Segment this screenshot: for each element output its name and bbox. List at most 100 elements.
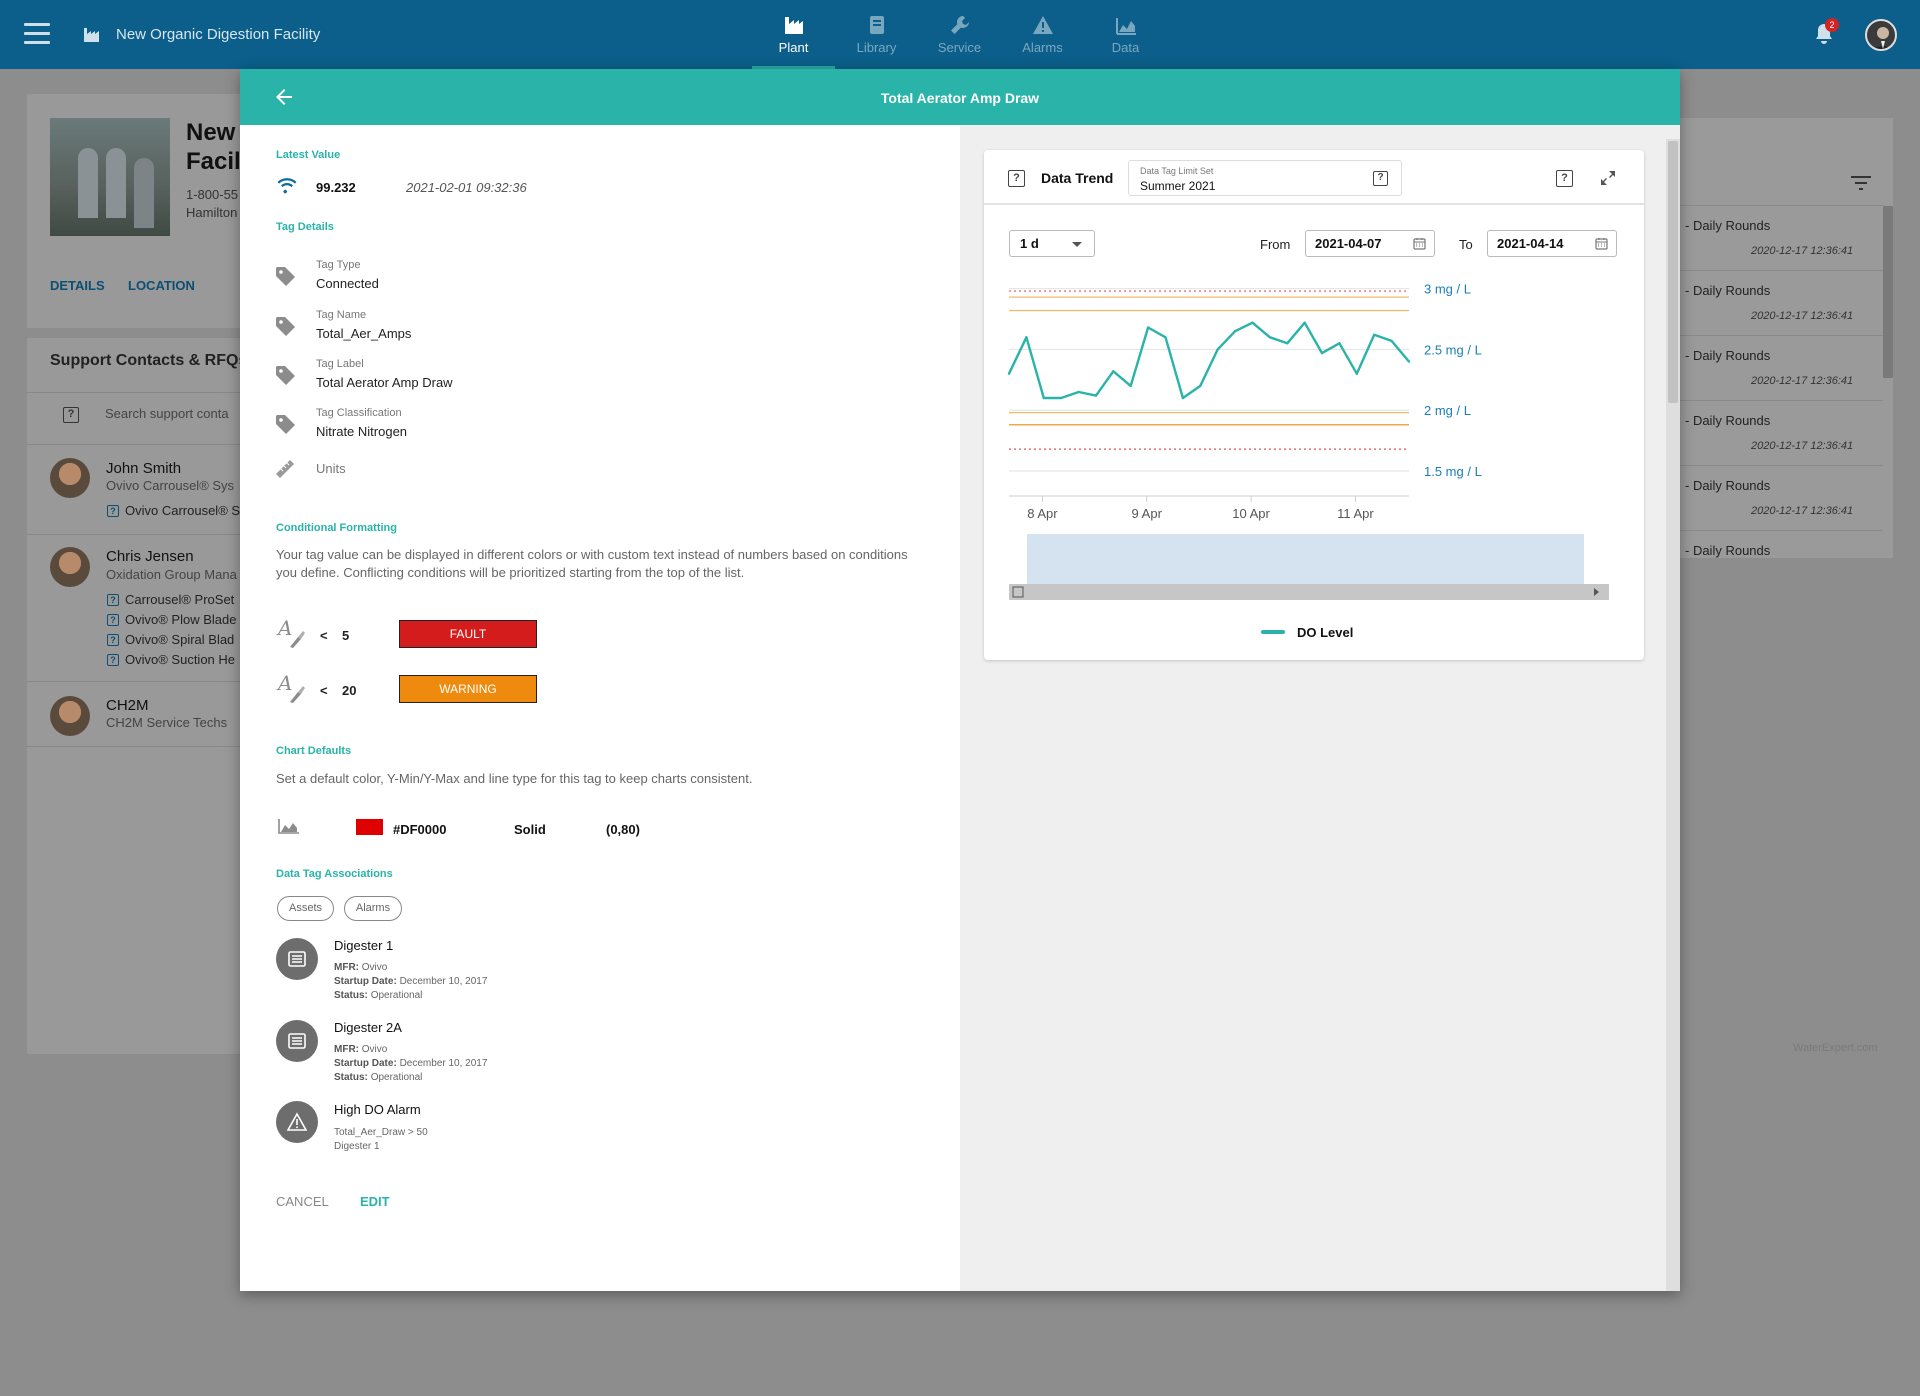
contact-name[interactable]: Chris Jensen <box>106 548 246 565</box>
nav-tab-alarms[interactable]: Alarms <box>1001 0 1084 69</box>
contact-avatar <box>50 458 90 498</box>
round-item-date: 2020-12-17 12:36:41 <box>1751 375 1854 387</box>
round-item-label[interactable]: - Daily Rounds <box>1685 218 1770 233</box>
fault-badge[interactable]: FAULT <box>399 620 537 648</box>
nav-tab-data[interactable]: Data <box>1084 0 1167 69</box>
expand-icon[interactable] <box>1600 170 1616 186</box>
field-label: Status: <box>334 1072 368 1083</box>
tag-icon <box>276 317 295 336</box>
data-point <box>1268 336 1272 339</box>
nav-tab-service[interactable]: Service <box>918 0 1001 69</box>
round-item-label[interactable]: - Daily Rounds <box>1685 413 1770 428</box>
tab-details[interactable]: DETAILS <box>50 278 105 293</box>
data-point <box>1077 390 1080 394</box>
y-tick-label: 1.5 mg / L <box>1424 464 1482 479</box>
help-icon: ? <box>107 634 119 646</box>
tag-classification-value: Nitrate Nitrogen <box>316 424 408 439</box>
edit-button[interactable]: EDIT <box>360 1194 390 1209</box>
chart-default-range: (0,80) <box>606 822 640 837</box>
legend-label[interactable]: DO Level <box>1297 625 1353 640</box>
color-swatch[interactable] <box>356 819 383 835</box>
modal-scrollbar-thumb[interactable] <box>1668 141 1678 403</box>
contact-product[interactable]: Carrousel® ProSet <box>125 592 245 607</box>
contact-avatar <box>50 696 90 736</box>
series-line-do-level <box>1007 321 1410 400</box>
warning-icon <box>287 1112 307 1131</box>
time-range-select[interactable]: 1 d <box>1009 230 1095 257</box>
association-startup: Startup Date: December 10, 2017 <box>334 1058 487 1069</box>
legend-swatch-do-level[interactable] <box>1261 630 1285 634</box>
calendar-icon[interactable] <box>1413 237 1426 250</box>
round-item-label[interactable]: - Daily Rounds <box>1685 348 1770 363</box>
contact-product[interactable]: Ovivo Carrousel® S <box>125 503 245 518</box>
nav-tab-label: Plant <box>778 40 809 55</box>
warning-badge[interactable]: WARNING <box>399 675 537 703</box>
support-search-input[interactable]: Search support conta <box>105 406 245 421</box>
data-point <box>1233 329 1237 333</box>
association-title[interactable]: Digester 2A <box>334 1020 402 1035</box>
contact-role: Oxidation Group Mana <box>106 567 237 582</box>
svg-text:A: A <box>276 672 292 695</box>
association-mfr: MFR: Ovivo <box>334 1044 387 1055</box>
limit-set-select[interactable]: Data Tag Limit Set Summer 2021 ? <box>1128 160 1402 196</box>
contact-product[interactable]: Ovivo® Spiral Blad <box>125 632 245 647</box>
y-tick-label: 3 mg / L <box>1424 282 1471 297</box>
ruler-icon <box>276 460 294 478</box>
data-point <box>1355 372 1359 375</box>
latest-value: 99.232 <box>316 180 356 195</box>
tag-name-value: Total_Aer_Amps <box>316 326 412 341</box>
notification-badge: 2 <box>1825 18 1839 32</box>
chart-default-color: #DF0000 <box>393 822 447 837</box>
help-icon[interactable]: ? <box>1556 170 1573 187</box>
field-value: Operational <box>370 1072 423 1083</box>
help-icon[interactable]: ? <box>1008 170 1025 187</box>
field-label: MFR: <box>334 1044 359 1055</box>
rounds-scrollbar[interactable] <box>1883 206 1893 378</box>
latest-value-title: Latest Value <box>276 149 341 161</box>
from-date-input[interactable]: 2021-04-07 <box>1305 230 1435 257</box>
cancel-button[interactable]: CANCEL <box>276 1194 329 1209</box>
help-icon[interactable]: ? <box>1373 171 1388 186</box>
calendar-icon[interactable] <box>1595 237 1608 250</box>
support-contacts-title: Support Contacts & RFQs <box>50 352 246 369</box>
divider <box>27 746 247 747</box>
data-point <box>1094 394 1098 397</box>
chip-alarms[interactable]: Alarms <box>344 896 402 921</box>
contact-product[interactable]: Ovivo® Plow Blade <box>125 612 245 627</box>
condition-operator: < <box>320 628 328 643</box>
x-tick-label: 10 Apr <box>1232 506 1270 521</box>
data-point <box>1181 396 1185 400</box>
contact-name[interactable]: John Smith <box>106 460 246 477</box>
chart-defaults-title: Chart Defaults <box>276 745 352 757</box>
to-date-input[interactable]: 2021-04-14 <box>1487 230 1617 257</box>
data-point <box>1338 342 1341 345</box>
user-photo-icon <box>1873 27 1893 49</box>
contact-name[interactable]: CH2M <box>106 697 246 714</box>
alarm-title[interactable]: High DO Alarm <box>334 1102 421 1117</box>
user-avatar[interactable] <box>1865 19 1897 51</box>
contact-product[interactable]: Ovivo® Suction He <box>125 652 245 667</box>
limit-set-label: Data Tag Limit Set <box>1140 166 1214 176</box>
chevron-down-icon <box>1072 242 1082 247</box>
facility-name[interactable]: New Organic Digestion Facility <box>116 26 320 43</box>
nav-tab-plant[interactable]: Plant <box>752 0 835 69</box>
tag-icon <box>276 267 295 286</box>
association-title[interactable]: Digester 1 <box>334 938 393 953</box>
filter-icon[interactable] <box>1851 176 1871 190</box>
chip-assets[interactable]: Assets <box>277 896 334 921</box>
round-item-label[interactable]: - Daily Rounds <box>1685 478 1770 493</box>
help-icon: ? <box>107 654 119 666</box>
divider <box>1678 335 1883 336</box>
y-tick-label: 2 mg / L <box>1424 403 1471 418</box>
alarm-asset: Digester 1 <box>334 1141 380 1152</box>
help-icon[interactable]: ? <box>63 407 79 423</box>
nav-tab-library[interactable]: Library <box>835 0 918 69</box>
round-item-label[interactable]: - Daily Rounds <box>1685 283 1770 298</box>
data-tag-associations-title: Data Tag Associations <box>276 868 393 880</box>
tab-location[interactable]: LOCATION <box>128 278 195 293</box>
asset-avatar <box>276 1020 318 1062</box>
watermark: WaterExpert.com <box>1793 1042 1878 1054</box>
round-item-label[interactable]: - Daily Rounds <box>1685 543 1770 558</box>
hamburger-menu-icon[interactable] <box>24 23 50 45</box>
y-tick-label: 2.5 mg / L <box>1424 342 1482 357</box>
